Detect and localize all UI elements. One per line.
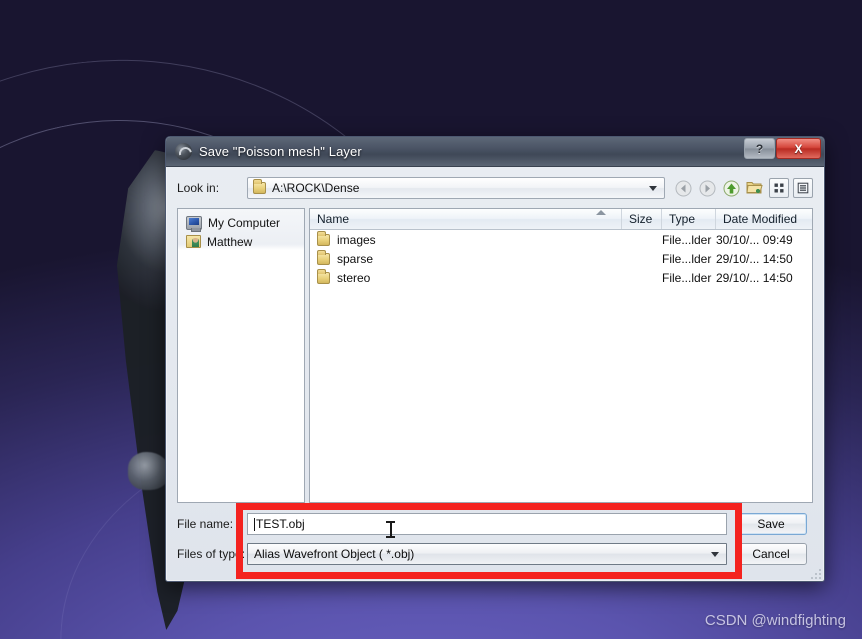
folder-icon	[253, 179, 266, 194]
lookin-label: Look in:	[177, 181, 220, 195]
folder-icon	[317, 249, 330, 265]
table-row[interactable]: images File...lder 30/10/... 09:49	[310, 230, 812, 249]
help-button[interactable]: ?	[744, 138, 775, 159]
file-date-cell: 29/10/... 14:50	[716, 251, 793, 266]
window-controls[interactable]: ? X	[744, 138, 822, 159]
sidebar-item-matthew[interactable]: Matthew	[184, 232, 301, 251]
filetype-combobox[interactable]: Alias Wavefront Object ( *.obj)	[247, 543, 727, 565]
parent-directory-button[interactable]	[721, 178, 741, 198]
navigation-toolbar[interactable]	[673, 178, 813, 198]
sidebar-item-label: Matthew	[207, 234, 253, 249]
sort-ascending-icon	[596, 210, 606, 215]
watermark-label: CSDN @windfighting	[704, 612, 846, 629]
filename-input[interactable]: TEST.obj	[247, 513, 727, 535]
meshlab-icon	[175, 143, 192, 160]
file-list-rows[interactable]: images File...lder 30/10/... 09:49 spars…	[310, 230, 812, 502]
column-header-date-modified[interactable]: Date Modified	[716, 209, 812, 229]
text-caret	[254, 517, 255, 531]
file-name-cell[interactable]: sparse	[310, 249, 622, 266]
browser-panes: My Computer Matthew Name Size Type Date …	[177, 208, 813, 503]
column-header-type[interactable]: Type	[662, 209, 716, 229]
sidebar-item-my-computer[interactable]: My Computer	[184, 213, 301, 232]
save-file-dialog[interactable]: Save "Poisson mesh" Layer ? X Look in: A…	[165, 136, 825, 582]
close-button[interactable]: X	[776, 138, 821, 159]
folder-icon	[317, 230, 330, 246]
chevron-down-icon[interactable]	[649, 186, 657, 191]
filetype-value: Alias Wavefront Object ( *.obj)	[254, 547, 415, 561]
lookin-row: Look in: A:\ROCK\Dense	[177, 177, 813, 199]
file-type-cell: File...lder	[662, 270, 712, 285]
filename-row: File name: TEST.obj Save	[177, 512, 813, 536]
computer-icon	[186, 215, 202, 232]
file-date-cell: 30/10/... 09:49	[716, 232, 793, 247]
save-button-col: Save	[735, 513, 813, 535]
column-header-size[interactable]: Size	[622, 209, 662, 229]
filename-value: TEST.obj	[256, 517, 305, 531]
back-button[interactable]	[673, 178, 693, 198]
dialog-title: Save "Poisson mesh" Layer	[199, 144, 362, 159]
folder-icon	[317, 268, 330, 284]
cancel-button-col: Cancel	[735, 543, 813, 565]
column-header-name[interactable]: Name	[310, 209, 622, 229]
dialog-body: Look in: A:\ROCK\Dense My Computer Matth…	[166, 167, 824, 566]
save-button[interactable]: Save	[735, 513, 807, 535]
file-type-cell: File...lder	[662, 251, 712, 266]
dialog-titlebar[interactable]: Save "Poisson mesh" Layer ? X	[166, 137, 824, 167]
detail-view-button[interactable]	[793, 178, 813, 198]
places-sidebar[interactable]: My Computer Matthew	[177, 208, 305, 503]
file-date-cell: 29/10/... 14:50	[716, 270, 793, 285]
filename-label: File name:	[177, 517, 234, 531]
filetype-row: Files of type: Alias Wavefront Object ( …	[177, 542, 813, 566]
file-list-header[interactable]: Name Size Type Date Modified	[310, 209, 812, 230]
file-name-label: sparse	[337, 251, 374, 266]
file-list[interactable]: Name Size Type Date Modified images File…	[309, 208, 813, 503]
file-name-cell[interactable]: stereo	[310, 268, 622, 285]
file-type-cell: File...lder	[662, 232, 712, 247]
new-folder-button[interactable]	[745, 178, 765, 198]
table-row[interactable]: sparse File...lder 29/10/... 14:50	[310, 249, 812, 268]
file-name-cell[interactable]: images	[310, 230, 622, 247]
sidebar-item-label: My Computer	[208, 215, 281, 230]
table-row[interactable]: stereo File...lder 29/10/... 14:50	[310, 268, 812, 287]
file-name-label: images	[337, 232, 376, 247]
save-form: File name: TEST.obj Save Files of type: …	[177, 503, 813, 566]
chevron-down-icon[interactable]	[711, 552, 719, 557]
forward-button[interactable]	[697, 178, 717, 198]
user-folder-icon	[186, 235, 201, 248]
cancel-button[interactable]: Cancel	[735, 543, 807, 565]
path-value: A:\ROCK\Dense	[272, 181, 360, 195]
filetype-label: Files of type:	[177, 547, 246, 561]
rock-mesh-fragment	[128, 452, 170, 490]
resize-grip[interactable]	[810, 568, 821, 579]
grid-view-button[interactable]	[769, 178, 789, 198]
file-name-label: stereo	[337, 270, 371, 285]
path-combobox[interactable]: A:\ROCK\Dense	[247, 177, 665, 199]
